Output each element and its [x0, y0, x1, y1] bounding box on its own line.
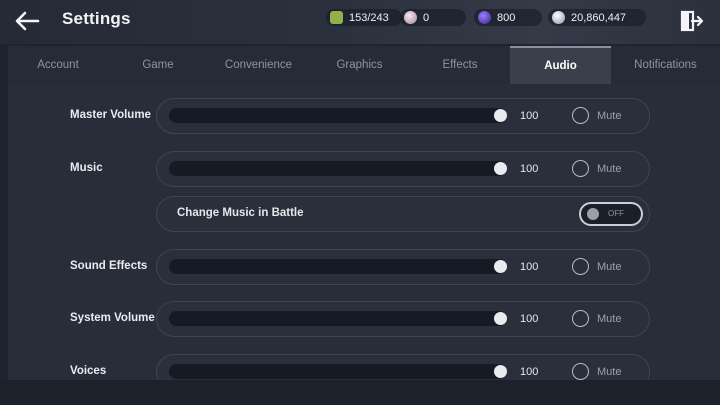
- music-label: Music: [70, 162, 103, 174]
- change-music-in-battle-label: Change Music in Battle: [177, 207, 304, 219]
- slider-knob[interactable]: [494, 365, 507, 378]
- stamina-value: 153/243: [349, 11, 389, 24]
- system-volume-slider[interactable]: [169, 311, 507, 326]
- music-mute-radio[interactable]: [572, 160, 589, 177]
- music-value: 100: [520, 163, 539, 175]
- page-title: Settings: [62, 9, 131, 28]
- tab-game[interactable]: Game: [108, 46, 208, 84]
- sound-effects-row: Sound Effects 100 Mute: [8, 249, 720, 287]
- gold-value: 0: [423, 11, 430, 24]
- change-music-in-battle-toggle[interactable]: OFF: [579, 202, 643, 226]
- tab-audio[interactable]: Audio: [510, 46, 611, 84]
- gem-value: 800: [497, 11, 516, 24]
- exit-door-icon: [680, 10, 704, 32]
- change-music-in-battle-control: Change Music in Battle OFF: [156, 196, 650, 232]
- silver-coin-icon: [552, 11, 565, 24]
- gold-coin-icon: [404, 11, 417, 24]
- system-volume-value: 100: [520, 313, 539, 325]
- master-volume-value: 100: [520, 110, 539, 122]
- voices-control: 100 Mute: [156, 354, 650, 380]
- gem-counter[interactable]: 800: [474, 9, 542, 26]
- tab-graphics[interactable]: Graphics: [309, 46, 410, 84]
- silver-counter[interactable]: 20,860,447: [548, 9, 646, 26]
- master-volume-control: 100 Mute: [156, 98, 650, 134]
- tab-account[interactable]: Account: [8, 46, 108, 84]
- sound-effects-label: Sound Effects: [70, 260, 148, 272]
- slider-knob[interactable]: [494, 109, 507, 122]
- top-bar: Settings 153/243 0 800 20,860,447: [0, 0, 720, 44]
- mute-label: Mute: [597, 366, 622, 378]
- toggle-knob: [587, 208, 599, 220]
- voices-row: Voices 100 Mute: [8, 354, 720, 380]
- settings-tabs: Account Game Convenience Graphics Effect…: [8, 46, 720, 84]
- system-volume-row: System Volume 100 Mute: [8, 301, 720, 339]
- exit-button[interactable]: [678, 8, 706, 34]
- slider-knob[interactable]: [494, 312, 507, 325]
- back-button[interactable]: [10, 6, 44, 36]
- mute-label: Mute: [597, 163, 622, 175]
- sound-effects-slider[interactable]: [169, 259, 507, 274]
- stamina-counter[interactable]: 153/243: [326, 9, 402, 26]
- gold-counter[interactable]: 0: [400, 9, 466, 26]
- system-volume-mute-radio[interactable]: [572, 310, 589, 327]
- toggle-state: OFF: [608, 209, 624, 218]
- music-control: 100 Mute: [156, 151, 650, 187]
- music-row: Music 100 Mute: [8, 151, 720, 189]
- sound-effects-control: 100 Mute: [156, 249, 650, 285]
- audio-settings-panel: Master Volume 100 Mute Music 100 Mute Ch…: [8, 84, 720, 380]
- mute-label: Mute: [597, 313, 622, 325]
- mute-label: Mute: [597, 110, 622, 122]
- master-volume-mute-radio[interactable]: [572, 107, 589, 124]
- master-volume-label: Master Volume: [70, 109, 151, 121]
- mute-label: Mute: [597, 261, 622, 273]
- tab-convenience[interactable]: Convenience: [208, 46, 309, 84]
- system-volume-control: 100 Mute: [156, 301, 650, 337]
- slider-knob[interactable]: [494, 260, 507, 273]
- music-slider[interactable]: [169, 161, 507, 176]
- voices-label: Voices: [70, 365, 107, 377]
- master-volume-row: Master Volume 100 Mute: [8, 98, 720, 136]
- voices-mute-radio[interactable]: [572, 363, 589, 380]
- bottom-strip: [0, 380, 720, 405]
- sound-effects-value: 100: [520, 261, 539, 273]
- voices-slider[interactable]: [169, 364, 507, 379]
- tab-notifications[interactable]: Notifications: [611, 46, 720, 84]
- silver-value: 20,860,447: [571, 11, 627, 24]
- system-volume-label: System Volume: [70, 312, 155, 324]
- back-arrow-icon: [15, 11, 40, 31]
- slider-knob[interactable]: [494, 162, 507, 175]
- stamina-icon: [330, 11, 343, 24]
- voices-value: 100: [520, 366, 539, 378]
- change-music-in-battle-row: Change Music in Battle OFF: [8, 196, 720, 234]
- purple-gem-icon: [478, 11, 491, 24]
- master-volume-slider[interactable]: [169, 108, 507, 123]
- tab-effects[interactable]: Effects: [410, 46, 510, 84]
- sound-effects-mute-radio[interactable]: [572, 258, 589, 275]
